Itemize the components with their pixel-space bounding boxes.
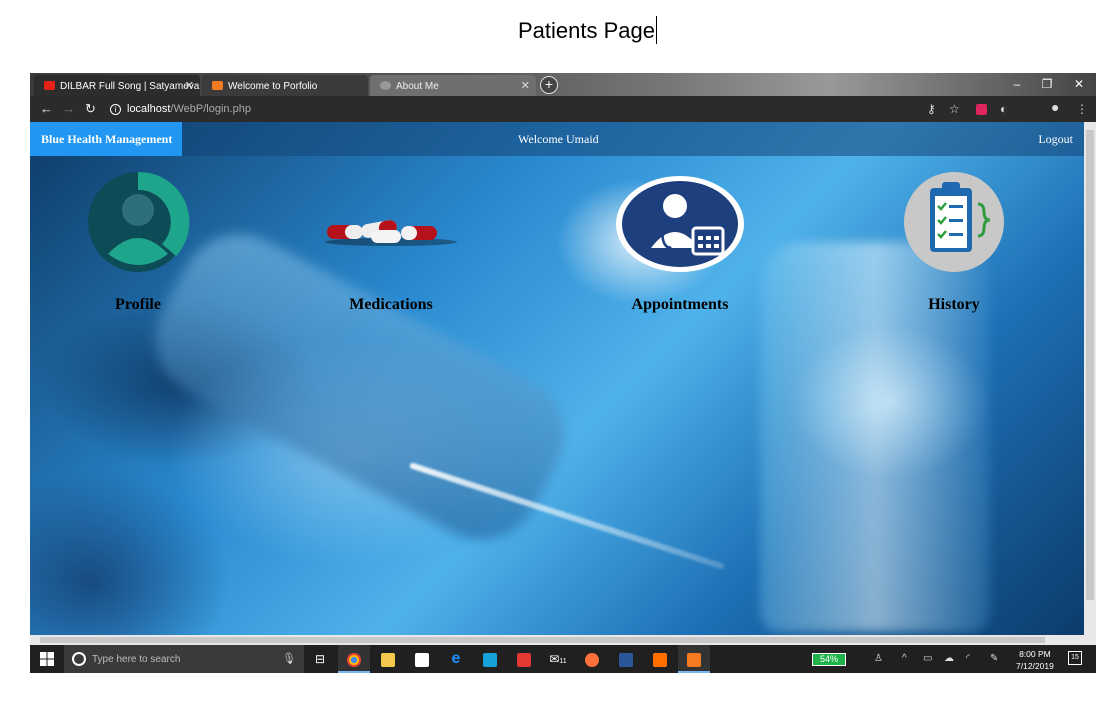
- history-card[interactable]: History: [854, 170, 1054, 313]
- back-icon[interactable]: ←: [40, 101, 53, 116]
- url-path: /WebP/login.php: [170, 103, 251, 115]
- address-bar: ← → ↻ i localhost/WebP/login.php ⚷ ☆ ◐ ● …: [30, 96, 1096, 122]
- medications-card[interactable]: Medications: [291, 170, 491, 313]
- globe-icon: [380, 81, 391, 90]
- url-field[interactable]: i localhost/WebP/login.php: [110, 103, 251, 115]
- text-cursor: [655, 16, 657, 44]
- extension-icon[interactable]: ◐: [1000, 102, 1007, 116]
- tab-youtube[interactable]: DILBAR Full Song | Satyameva Ja ✕: [34, 75, 200, 96]
- appointments-label[interactable]: Appointments: [580, 296, 780, 314]
- microphone-icon[interactable]: 🎙: [282, 652, 296, 665]
- cloud-icon[interactable]: ☁: [944, 653, 954, 664]
- reload-icon[interactable]: ↻: [85, 101, 96, 117]
- info-icon[interactable]: i: [110, 104, 121, 115]
- clock-date: 7/12/2019: [1016, 661, 1054, 671]
- search-placeholder: Type here to search: [92, 654, 181, 665]
- pocket-icon[interactable]: [976, 104, 987, 115]
- welcome-text: Welcome Umaid: [518, 132, 599, 146]
- tab-strip: DILBAR Full Song | Satyameva Ja ✕ Welcom…: [30, 73, 1096, 96]
- scroll-thumb[interactable]: [1086, 130, 1094, 600]
- cortana-icon: [72, 652, 86, 666]
- close-window-button[interactable]: ✕: [1064, 73, 1094, 95]
- battery-tray-icon[interactable]: ▭: [923, 653, 932, 664]
- profile-icon: [88, 171, 190, 272]
- wifi-icon[interactable]: ◜: [966, 653, 970, 664]
- brand-link[interactable]: Blue Health Management: [30, 122, 182, 156]
- profile-card[interactable]: Profile: [38, 170, 238, 313]
- battery-indicator[interactable]: 54%: [812, 653, 846, 666]
- file-explorer-icon[interactable]: [372, 645, 404, 673]
- system-clock[interactable]: 8:00 PM 7/12/2019: [1016, 648, 1054, 672]
- restore-button[interactable]: ❐: [1032, 73, 1062, 95]
- clipboard-checklist-icon: [904, 172, 1004, 272]
- history-label[interactable]: History: [854, 296, 1054, 314]
- xampp-icon: [212, 81, 223, 90]
- red-app-icon[interactable]: [508, 645, 540, 673]
- pen-icon[interactable]: ✎: [990, 653, 998, 664]
- chrome-taskbar-icon[interactable]: [338, 645, 370, 673]
- tab-label: DILBAR Full Song | Satyameva Ja: [60, 81, 200, 92]
- close-icon[interactable]: ✕: [185, 79, 194, 92]
- scroll-thumb[interactable]: [40, 637, 1045, 643]
- tab-label: Welcome to Porfolio: [228, 81, 318, 92]
- tab-label: About Me: [396, 81, 439, 92]
- l-app-icon[interactable]: [474, 645, 506, 673]
- minimize-button[interactable]: –: [1002, 73, 1032, 95]
- chevron-up-icon[interactable]: ^: [902, 653, 907, 664]
- people-icon[interactable]: ♙: [874, 653, 883, 664]
- horizontal-scrollbar[interactable]: [30, 635, 1096, 645]
- appointments-card[interactable]: Appointments: [580, 170, 780, 313]
- menu-icon[interactable]: ⋮: [1076, 102, 1088, 116]
- g-app-icon[interactable]: [644, 645, 676, 673]
- mail-badge: 11: [559, 658, 567, 665]
- task-view-icon[interactable]: ⊟: [304, 645, 336, 673]
- browser-window: DILBAR Full Song | Satyameva Ja ✕ Welcom…: [30, 73, 1096, 673]
- account-icon[interactable]: ●: [1051, 99, 1059, 115]
- key-icon[interactable]: ⚷: [927, 102, 936, 116]
- store-icon[interactable]: [406, 645, 438, 673]
- clock-time: 8:00 PM: [1019, 649, 1051, 659]
- windows-taskbar: Type here to search 🎙 ⊟ e ✉11 54% ♙ ^ ▭ …: [30, 645, 1096, 673]
- xampp-taskbar-icon[interactable]: [678, 645, 710, 673]
- firefox-icon[interactable]: [576, 645, 608, 673]
- app-navbar: Blue Health Management Welcome Umaid Log…: [30, 122, 1084, 156]
- taskbar-search-box[interactable]: Type here to search 🎙: [64, 645, 304, 673]
- tab-portfolio[interactable]: Welcome to Porfolio: [202, 75, 368, 96]
- medications-label[interactable]: Medications: [291, 296, 491, 314]
- close-icon[interactable]: ✕: [521, 79, 530, 92]
- logout-link[interactable]: Logout: [1038, 132, 1073, 147]
- word-icon[interactable]: [610, 645, 642, 673]
- forward-icon[interactable]: →: [62, 101, 75, 116]
- pills-icon: [325, 220, 457, 246]
- document-title: Patients Page: [518, 16, 657, 44]
- tab-about-me[interactable]: About Me ✕: [370, 75, 536, 96]
- windows-start-icon[interactable]: [40, 652, 54, 666]
- edge-icon[interactable]: e: [440, 645, 472, 673]
- doctor-calendar-icon: [616, 176, 744, 272]
- notification-center-icon[interactable]: 15: [1068, 651, 1082, 665]
- new-tab-button[interactable]: +: [540, 76, 558, 94]
- profile-label[interactable]: Profile: [38, 296, 238, 314]
- youtube-icon: [44, 81, 55, 90]
- url-host: localhost: [127, 103, 171, 115]
- mail-icon[interactable]: ✉11: [542, 645, 574, 673]
- page-content: Blue Health Management Welcome Umaid Log…: [30, 122, 1084, 635]
- star-icon[interactable]: ☆: [949, 102, 960, 116]
- vertical-scrollbar[interactable]: [1084, 122, 1096, 635]
